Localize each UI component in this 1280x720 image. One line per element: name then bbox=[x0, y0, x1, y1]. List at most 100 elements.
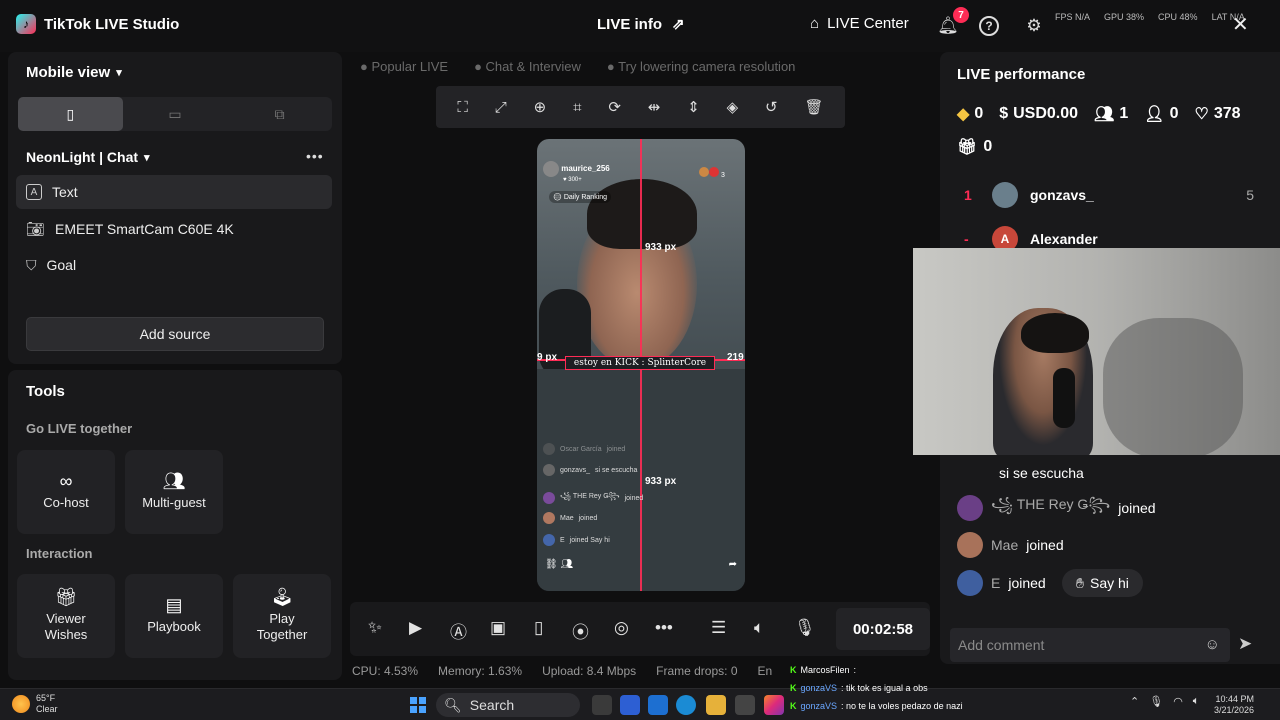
microphone-icon[interactable]: 🎙︎ bbox=[794, 618, 816, 638]
fit-screen-icon[interactable]: ⛶ bbox=[457, 99, 468, 116]
distance-bottom-label: 933 px bbox=[645, 476, 677, 487]
adjust-icon[interactable]: ☰ bbox=[711, 618, 726, 638]
play-together-button[interactable]: 🕹︎ Play Together bbox=[233, 574, 331, 658]
layer-icon[interactable]: ◈ bbox=[727, 98, 739, 116]
memory-usage: Memory: 1.63% bbox=[438, 664, 523, 678]
pill-chat-interview[interactable]: ● Chat & Interview bbox=[474, 59, 581, 74]
users-icon: 👥︎ bbox=[1094, 106, 1115, 123]
settings-icon[interactable]: ⚙ bbox=[1022, 14, 1046, 38]
live-center-button[interactable]: ⌂ LIVE Center bbox=[810, 15, 909, 32]
screen-capture-icon[interactable]: ▣ bbox=[490, 618, 506, 638]
flip-horizontal-icon[interactable]: ⇹ bbox=[648, 98, 661, 116]
mail-app-icon[interactable] bbox=[648, 695, 668, 715]
delete-icon[interactable]: 🗑︎ bbox=[804, 98, 823, 116]
source-item-text[interactable]: A Text bbox=[16, 175, 332, 209]
send-icon[interactable]: ➤ bbox=[1238, 634, 1252, 654]
scene-name: NeonLight | Chat bbox=[26, 149, 139, 165]
zoom-app-icon[interactable] bbox=[620, 695, 640, 715]
kick-banner-text[interactable]: estoy en KICK : SplinterCore bbox=[565, 356, 715, 370]
earnings-value: USD0.00 bbox=[1013, 105, 1079, 122]
mobile-view-dropdown[interactable]: Mobile view ▾ bbox=[26, 64, 122, 81]
title-bar: ♪ TikTok LIVE Studio LIVE info ⇗ ⌂ LIVE … bbox=[0, 0, 1280, 52]
emoji-icon[interactable]: ☺ bbox=[1205, 636, 1220, 653]
add-source-button[interactable]: Add source bbox=[26, 317, 324, 351]
live-info-label: LIVE info bbox=[597, 15, 662, 33]
windows-start-icon[interactable] bbox=[410, 697, 426, 713]
file-explorer-icon[interactable] bbox=[706, 695, 726, 715]
more-icon[interactable]: ••• bbox=[655, 618, 673, 638]
close-icon[interactable]: ✕ bbox=[1232, 12, 1249, 37]
chat-avatar bbox=[543, 443, 555, 455]
chevron-up-icon[interactable]: ⌃ bbox=[1130, 695, 1139, 708]
say-hi-button[interactable]: ✋︎ Say hi bbox=[1062, 569, 1143, 597]
add-user-icon: 👤︎ bbox=[1144, 106, 1165, 123]
system-tray: ⌃ 🎙︎ ◠ 🔈︎ bbox=[1130, 695, 1199, 708]
instagram-icon[interactable] bbox=[764, 695, 784, 715]
flip-vertical-icon[interactable]: ⇕ bbox=[687, 98, 700, 116]
pill-label: Popular LIVE bbox=[371, 58, 449, 74]
reset-icon[interactable]: ↺ bbox=[765, 98, 778, 116]
effects-icon[interactable]: ✨︎ bbox=[368, 618, 382, 638]
camera-switch-icon[interactable]: ◎ bbox=[614, 618, 629, 638]
mic-tray-icon[interactable]: 🎙︎ bbox=[1149, 695, 1163, 708]
distance-top-label: 933 px bbox=[645, 242, 677, 253]
stretch-icon[interactable]: ⤢ bbox=[495, 99, 507, 116]
media-icon[interactable]: ▶ bbox=[409, 618, 422, 638]
cohost-button[interactable]: ∞ Co-host bbox=[17, 450, 115, 534]
taskbar-search[interactable]: 🔍︎ Search bbox=[436, 693, 580, 717]
kick-user: gonzaVS bbox=[800, 701, 838, 711]
store-app-icon[interactable] bbox=[735, 695, 755, 715]
landscape-option[interactable]: ▭ bbox=[123, 97, 228, 131]
edge-browser-icon[interactable] bbox=[676, 695, 696, 715]
stream-preview[interactable]: maurice_256 ♥ 300+ 3 🟡︎ Daily Ranking es… bbox=[537, 139, 745, 591]
playbook-button[interactable]: ▤ Playbook bbox=[125, 574, 223, 658]
rotate-icon[interactable]: ⟳ bbox=[608, 98, 621, 116]
joystick-icon: 🕹︎ bbox=[270, 587, 294, 607]
source-item-camera[interactable]: 📷︎ EMEET SmartCam C60E 4K bbox=[16, 212, 332, 246]
notifications-button[interactable]: 🔔︎ 7 bbox=[936, 7, 969, 38]
chat-name: Mae bbox=[560, 514, 574, 522]
orientation-selector: ▯ ▭ ⧉ bbox=[18, 97, 332, 131]
mobile-icon[interactable]: ▯ bbox=[534, 618, 543, 638]
pill-camera-tip[interactable]: ● Try lowering camera resolution bbox=[607, 59, 796, 74]
center-icon[interactable]: ⊕ bbox=[534, 98, 547, 116]
live-info-button[interactable]: LIVE info ⇗ bbox=[597, 15, 685, 34]
link-icon: ∞ bbox=[59, 471, 73, 491]
volume-icon[interactable]: 🔈︎ bbox=[1193, 695, 1200, 708]
more-options-icon[interactable]: ••• bbox=[306, 148, 324, 164]
record-icon[interactable]: ⦿ bbox=[572, 618, 589, 643]
task-view-icon[interactable] bbox=[592, 695, 612, 715]
chat-text: joined bbox=[624, 494, 644, 502]
weather-widget[interactable]: 65°F Clear bbox=[12, 693, 58, 715]
system-clock[interactable]: 10:44 PM 3/21/2026 bbox=[1214, 694, 1254, 716]
comment-input[interactable]: Add comment ☺ bbox=[950, 628, 1230, 662]
clock-time: 10:44 PM bbox=[1215, 694, 1255, 704]
multiguest-button[interactable]: 👥︎ Multi-guest bbox=[125, 450, 223, 534]
crop-icon[interactable]: ⌗ bbox=[573, 99, 581, 116]
rank-number: - bbox=[964, 231, 969, 247]
scene-dropdown[interactable]: NeonLight | Chat ▾ bbox=[26, 149, 150, 165]
wifi-icon[interactable]: ◠ bbox=[1173, 695, 1183, 708]
viewer-wishes-button[interactable]: 🎁︎ Viewer Wishes bbox=[17, 574, 115, 658]
chat-text: joined bbox=[1026, 537, 1064, 553]
portrait-option[interactable]: ▯ bbox=[18, 97, 123, 131]
source-label: Text bbox=[52, 184, 78, 200]
text-icon: A bbox=[26, 184, 42, 200]
chat-text: si se escucha bbox=[999, 465, 1084, 481]
host-name: maurice_256 bbox=[561, 164, 610, 174]
dual-option[interactable]: ⧉ bbox=[227, 97, 332, 131]
ranking-row[interactable]: 1 gonzavs_ 5 bbox=[964, 182, 1254, 208]
host-avatar bbox=[543, 161, 559, 177]
say-hi-label: Say hi bbox=[1089, 575, 1129, 591]
pill-popular-live[interactable]: ● Popular LIVE bbox=[360, 59, 448, 74]
help-icon[interactable]: ? bbox=[979, 16, 999, 36]
search-icon: 🔍︎ bbox=[444, 696, 462, 713]
webcam-hair bbox=[1021, 313, 1089, 353]
speaker-icon[interactable]: 🔈︎ bbox=[754, 618, 764, 638]
gifts-metric: 🎁︎ 0 bbox=[957, 137, 992, 157]
kick-user: MarcosFilen bbox=[800, 665, 850, 675]
phone-portrait-icon: ▯ bbox=[66, 105, 75, 122]
source-item-goal[interactable]: ⛉ Goal bbox=[16, 248, 332, 282]
ai-icon[interactable]: Ⓐ bbox=[450, 618, 467, 643]
chat-text: joined bbox=[606, 445, 626, 453]
